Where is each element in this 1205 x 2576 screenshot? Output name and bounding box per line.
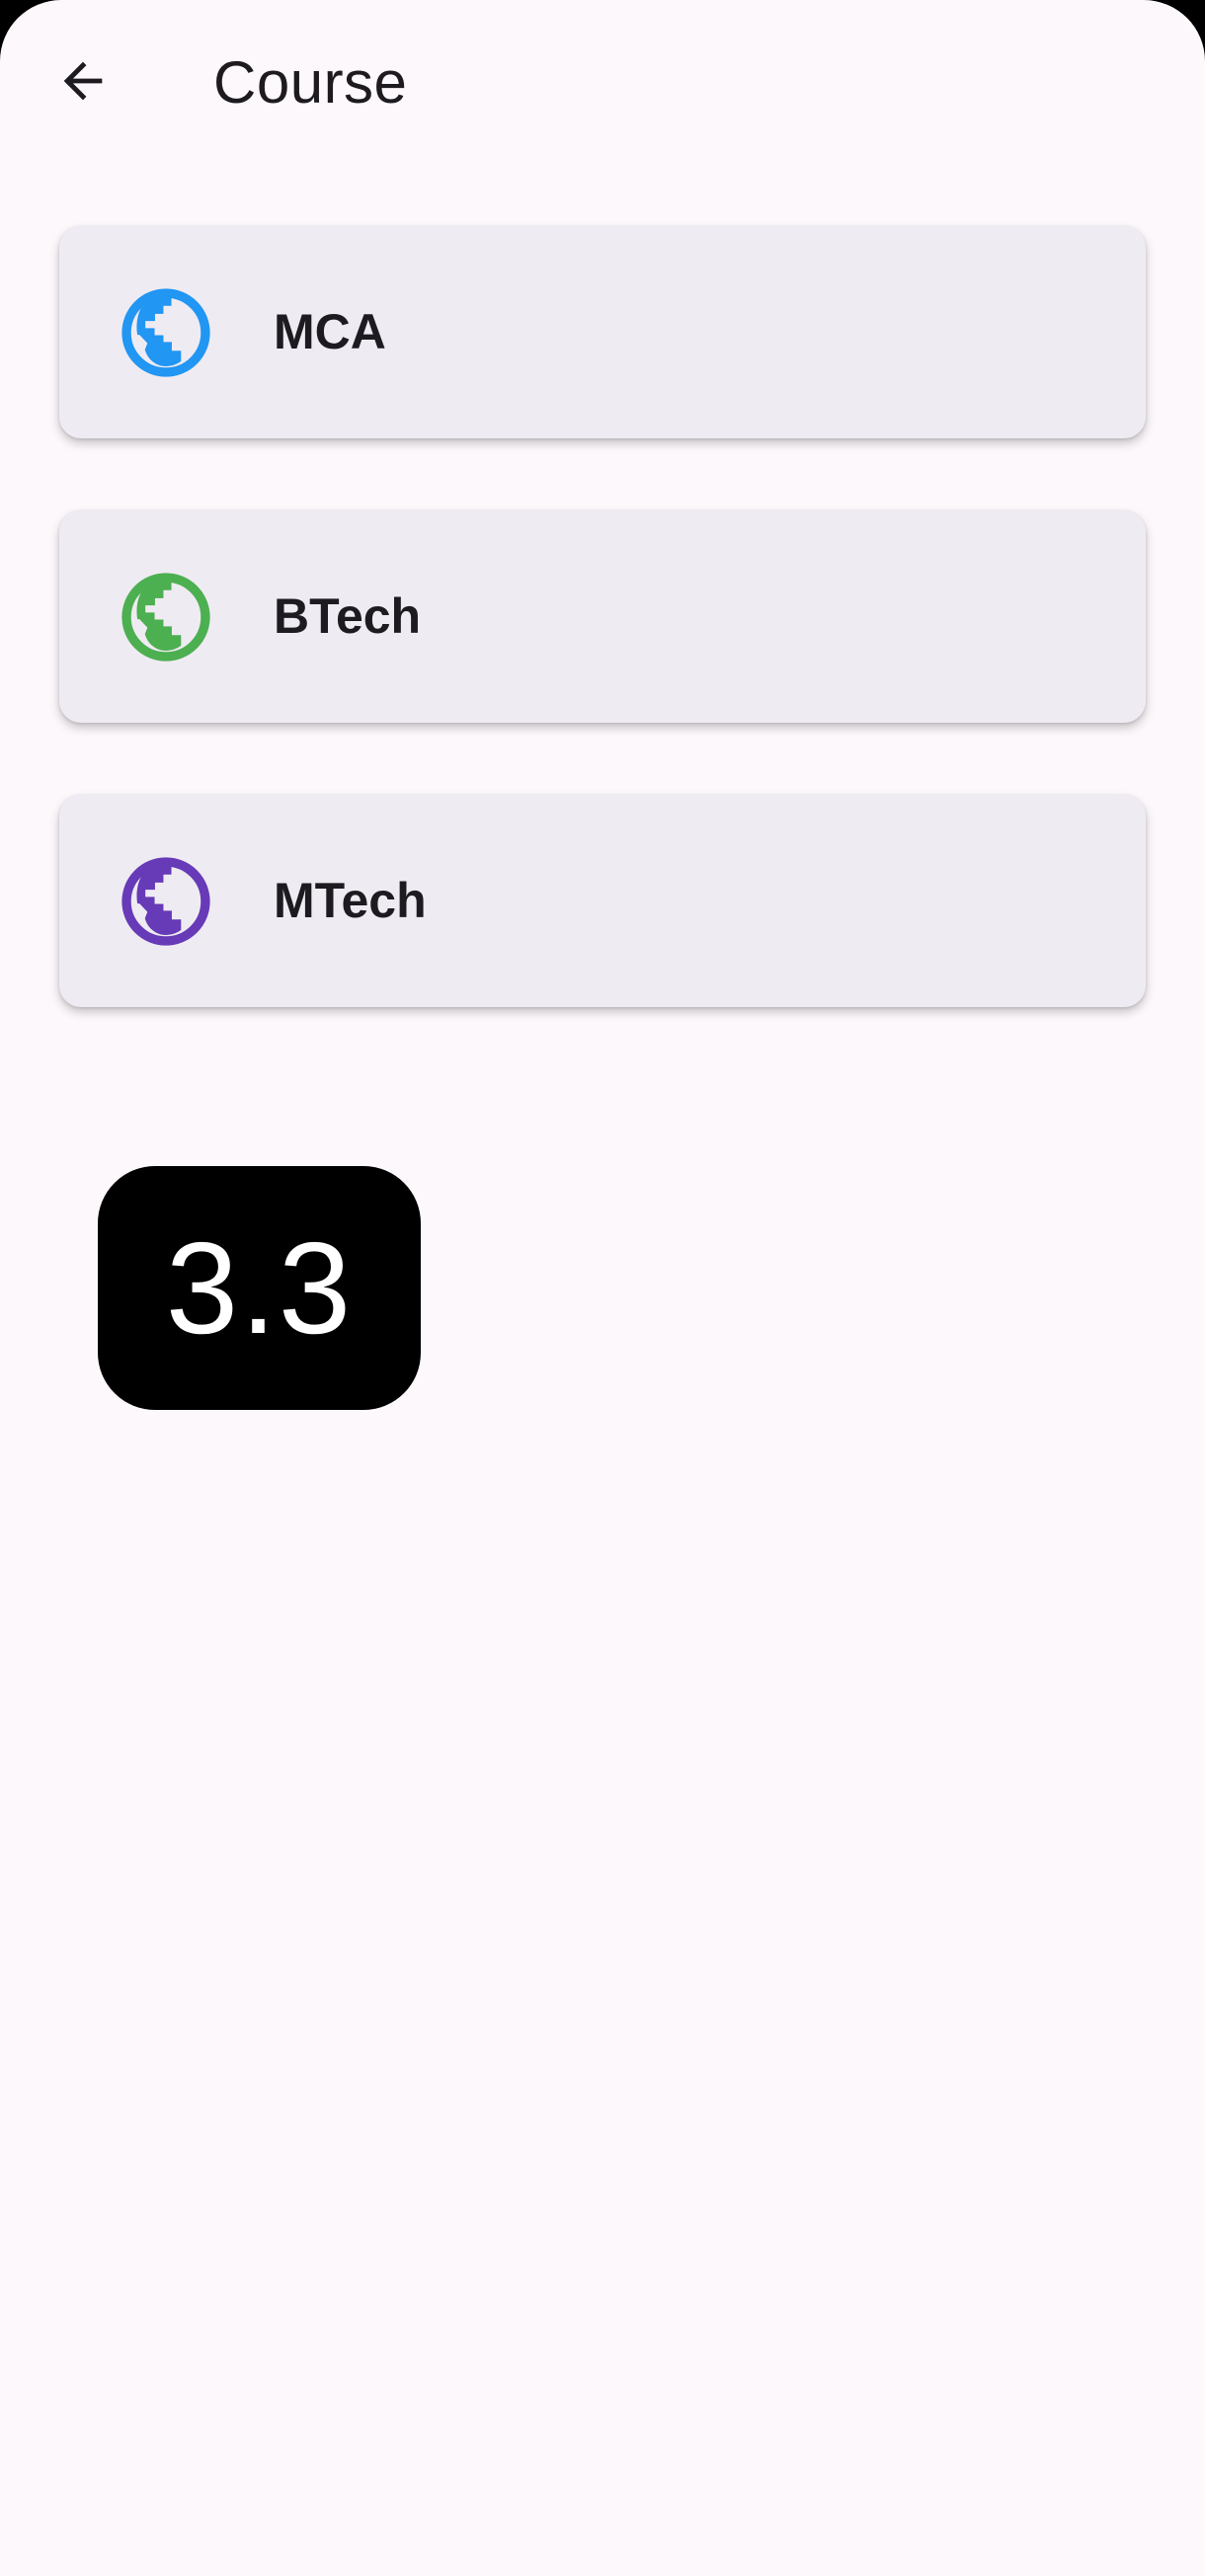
app-bar: Course (0, 0, 1205, 163)
course-label: MCA (274, 304, 386, 359)
course-card-btech[interactable]: BTech (59, 510, 1146, 723)
globe-icon (116, 567, 216, 667)
course-card-mca[interactable]: MCA (59, 226, 1146, 438)
page-title: Course (213, 49, 408, 116)
course-card-mtech[interactable]: MTech (59, 795, 1146, 1007)
arrow-back-icon (54, 52, 112, 115)
globe-icon (116, 851, 216, 952)
version-text: 3.3 (165, 1214, 354, 1361)
course-list: MCA BTech MTech (59, 226, 1146, 1079)
version-badge: 3.3 (98, 1166, 421, 1410)
course-label: BTech (274, 588, 422, 644)
back-button[interactable] (38, 38, 128, 128)
screen: Course MCA BTech MTech 3.3 (0, 0, 1205, 2576)
globe-icon (116, 282, 216, 383)
course-label: MTech (274, 873, 427, 928)
